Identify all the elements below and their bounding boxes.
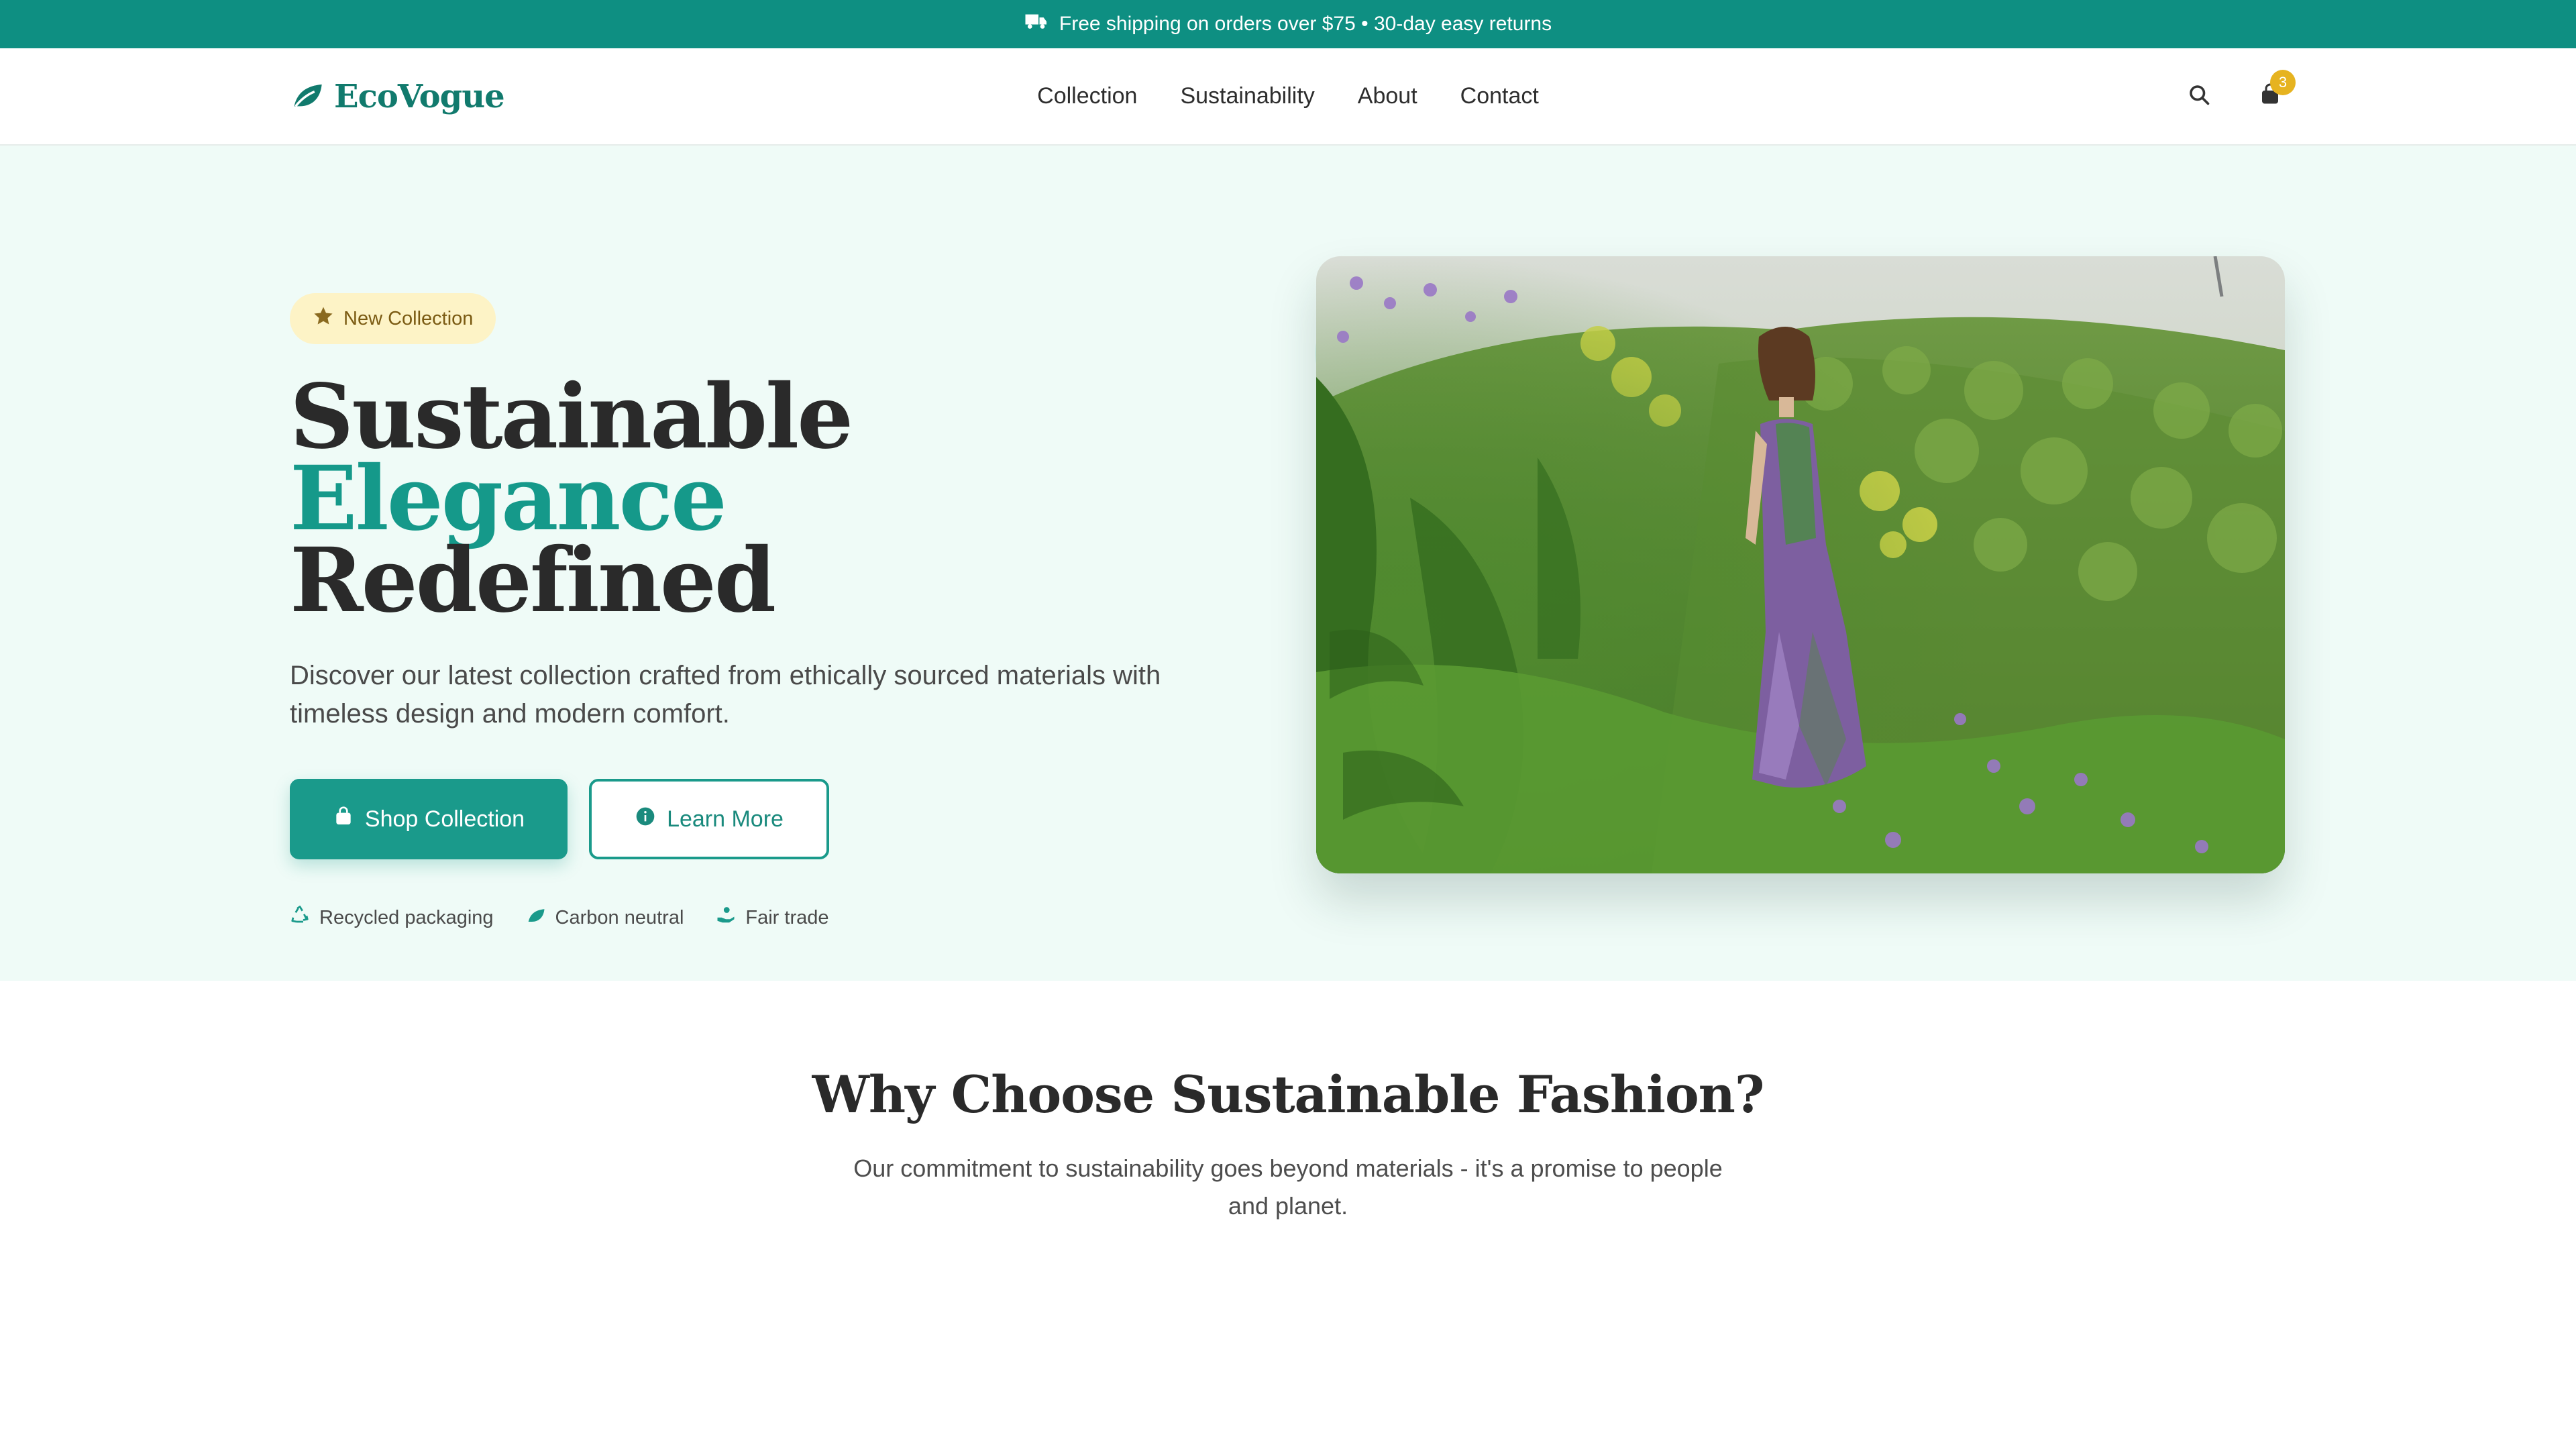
site-header: EcoVogue Collection Sustainability About…	[0, 48, 2576, 146]
search-button[interactable]	[2183, 80, 2215, 113]
hero-image	[1316, 256, 2285, 873]
feature-carbon-neutral: Carbon neutral	[526, 905, 684, 930]
recycle-icon	[290, 905, 310, 930]
shop-collection-label: Shop Collection	[364, 806, 525, 832]
shopping-bag-icon	[333, 806, 354, 833]
learn-more-button[interactable]: Learn More	[589, 779, 829, 859]
why-title: Why Choose Sustainable Fashion?	[812, 1065, 1765, 1124]
hero-buttons: Shop Collection Learn More	[290, 779, 1195, 859]
cart-button[interactable]: 3	[2254, 69, 2296, 113]
feature-list: Recycled packaging Carbon neutral Fair t…	[290, 905, 1195, 930]
feature-label: Fair trade	[745, 906, 829, 928]
why-subtitle: Our commitment to sustainability goes be…	[853, 1155, 1723, 1220]
hero-title: Sustainable Elegance Redefined	[290, 373, 1195, 625]
hero-photo-illustration	[1316, 256, 2285, 873]
truck-icon	[1024, 9, 1049, 39]
hero-subtitle: Discover our latest collection crafted f…	[290, 661, 1161, 729]
hero-section: New Collection Sustainable Elegance Rede…	[0, 146, 2576, 981]
new-collection-badge: New Collection	[290, 293, 496, 344]
nav-link-sustainability[interactable]: Sustainability	[1180, 83, 1314, 109]
nav-link-about[interactable]: About	[1358, 83, 1417, 109]
header-actions: 3	[2183, 69, 2296, 113]
feature-label: Carbon neutral	[555, 906, 684, 928]
cart-count-badge: 3	[2270, 69, 2296, 95]
brand-logo[interactable]: EcoVogue	[290, 77, 505, 115]
main-nav: Collection Sustainability About Contact	[1037, 83, 1539, 109]
why-section: Why Choose Sustainable Fashion? Our comm…	[0, 981, 2576, 1225]
announcement-bar: Free shipping on orders over $75 • 30-da…	[0, 0, 2576, 48]
learn-more-label: Learn More	[667, 806, 784, 832]
feature-fair-trade: Fair trade	[716, 905, 829, 930]
hand-heart-icon	[716, 905, 736, 930]
leaf-logo-icon	[290, 77, 325, 115]
star-icon	[313, 305, 334, 332]
announcement-text: Free shipping on orders over $75 • 30-da…	[1059, 13, 1552, 35]
hero-content: New Collection Sustainable Elegance Rede…	[290, 293, 1195, 930]
feature-recycled-packaging: Recycled packaging	[290, 905, 494, 930]
nav-link-collection[interactable]: Collection	[1037, 83, 1137, 109]
search-icon	[2187, 83, 2211, 110]
brand-name: EcoVogue	[334, 77, 505, 115]
shop-collection-button[interactable]: Shop Collection	[290, 779, 568, 859]
hero-title-part2: Redefined	[290, 529, 776, 633]
info-icon	[635, 806, 656, 833]
badge-label: New Collection	[343, 307, 474, 329]
leaf-icon	[526, 905, 546, 930]
nav-link-contact[interactable]: Contact	[1460, 83, 1539, 109]
feature-label: Recycled packaging	[319, 906, 494, 928]
